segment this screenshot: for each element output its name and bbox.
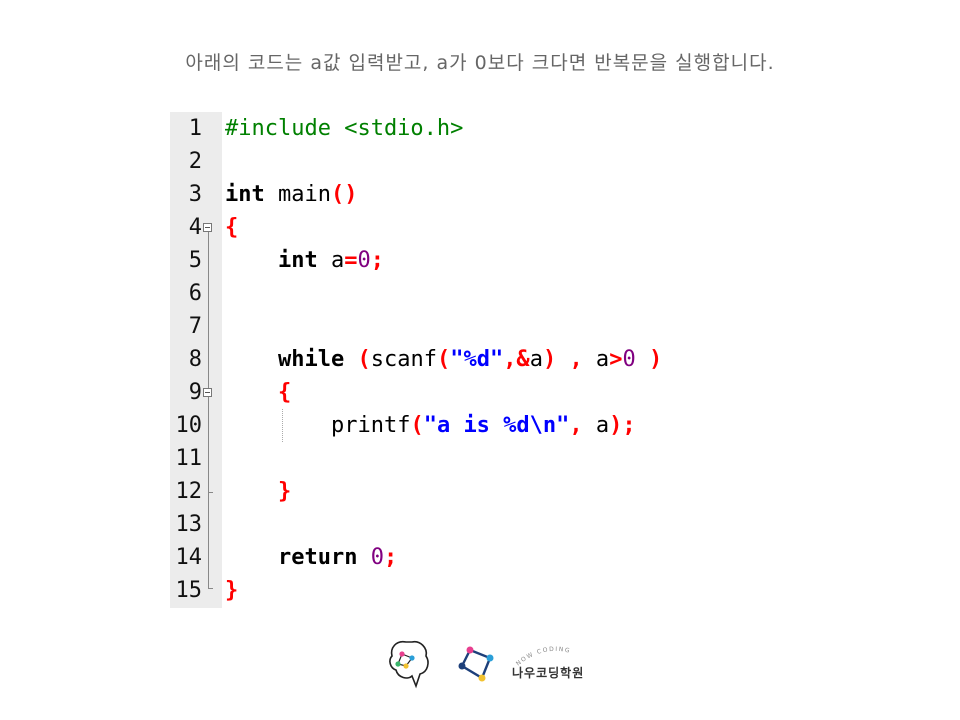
code-text: { [225,211,238,244]
code-token: ,& [503,347,530,372]
code-token: int [225,182,265,207]
code-line[interactable]: 15} [170,574,790,607]
code-line[interactable]: 8 while (scanf("%d",&a) , a>0 ) [170,343,790,376]
code-text: while (scanf("%d",&a) , a>0 ) [225,343,662,376]
code-line[interactable]: 2 [170,145,790,178]
code-text: return 0; [225,541,397,574]
code-token: ) [648,347,663,372]
line-number: 12 [175,479,203,504]
code-token: #include <stdio.h> [225,116,464,141]
code-line[interactable]: 9 { [170,376,790,409]
line-number: 7 [188,314,202,339]
network-diamond-icon [458,646,494,682]
code-token: } [225,578,239,603]
code-token: ( [436,347,451,372]
code-token: return [277,545,358,570]
line-number: 13 [175,512,203,537]
code-line[interactable]: 10 printf("a is %d\n", a); [170,409,790,442]
code-token: ( [410,413,424,438]
code-line[interactable]: 4{ [170,211,790,244]
code-line[interactable]: 13 [170,508,790,541]
academy-name: 나우코딩학원 [512,666,585,680]
code-token: while [277,347,345,372]
line-number: 15 [175,578,203,603]
line-number: 2 [188,149,202,174]
brain-network-icon [389,640,429,689]
code-token: a [582,413,610,438]
line-number: 11 [175,446,203,471]
line-number: 8 [188,347,202,372]
code-token: a [529,347,543,372]
code-token: 0 [622,347,636,372]
code-token: int [277,248,318,273]
code-token: scanf [370,347,437,372]
line-number: 4 [188,215,202,240]
caption: 아래의 코드는 a값 입력받고, a가 0보다 크다면 반복문을 실행합니다. [185,52,775,74]
code-token: ); [609,413,636,438]
code-token: "%d" [450,347,504,372]
code-text: int main() [225,178,357,211]
code-text: #include <stdio.h> [225,112,463,145]
code-line[interactable]: 14 return 0; [170,541,790,574]
line-number: 10 [175,413,203,438]
code-text: } [225,574,238,607]
code-token: = [344,248,358,273]
code-token: printf [330,413,411,438]
line-number: 5 [188,248,202,273]
code-token: ( [357,347,371,372]
code-token: () [330,182,358,207]
code-token: } [277,479,292,504]
code-line[interactable]: 3 int main() [170,178,790,211]
line-number: 14 [175,545,203,570]
code-token: , [569,347,583,372]
code-token: "a is %d\n" [423,413,570,438]
code-line[interactable]: 1 #include <stdio.h> [170,112,790,145]
code-text: { [225,376,291,409]
code-line[interactable]: 11 [170,442,790,475]
code-text: printf("a is %d\n", a); [225,409,636,442]
code-line[interactable]: 7 [170,310,790,343]
code-token: , [569,413,583,438]
line-number: 3 [188,182,202,207]
code-token: main [264,182,331,207]
code-text: } [225,475,291,508]
code-token: { [225,215,239,240]
line-number: 9 [188,380,202,405]
code-text: int a=0; [225,244,384,277]
code-token: a [317,248,345,273]
code-token: ; [370,248,384,273]
line-number: 6 [188,281,202,306]
line-number: 1 [188,116,202,141]
code-line[interactable]: 12 } [170,475,790,508]
code-line[interactable]: 5 int a=0; [170,244,790,277]
code-line[interactable]: 6 [170,277,790,310]
code-token: { [277,380,292,405]
code-token: a [582,347,610,372]
code-token: ) [542,347,557,372]
code-editor[interactable]: 1 #include <stdio.h> 2 3 int main() 4{5 int a… [170,112,790,608]
code-token: 0 [357,248,371,273]
code-token: > [609,347,623,372]
code-token: ; [383,545,398,570]
code-token: 0 [370,545,384,570]
